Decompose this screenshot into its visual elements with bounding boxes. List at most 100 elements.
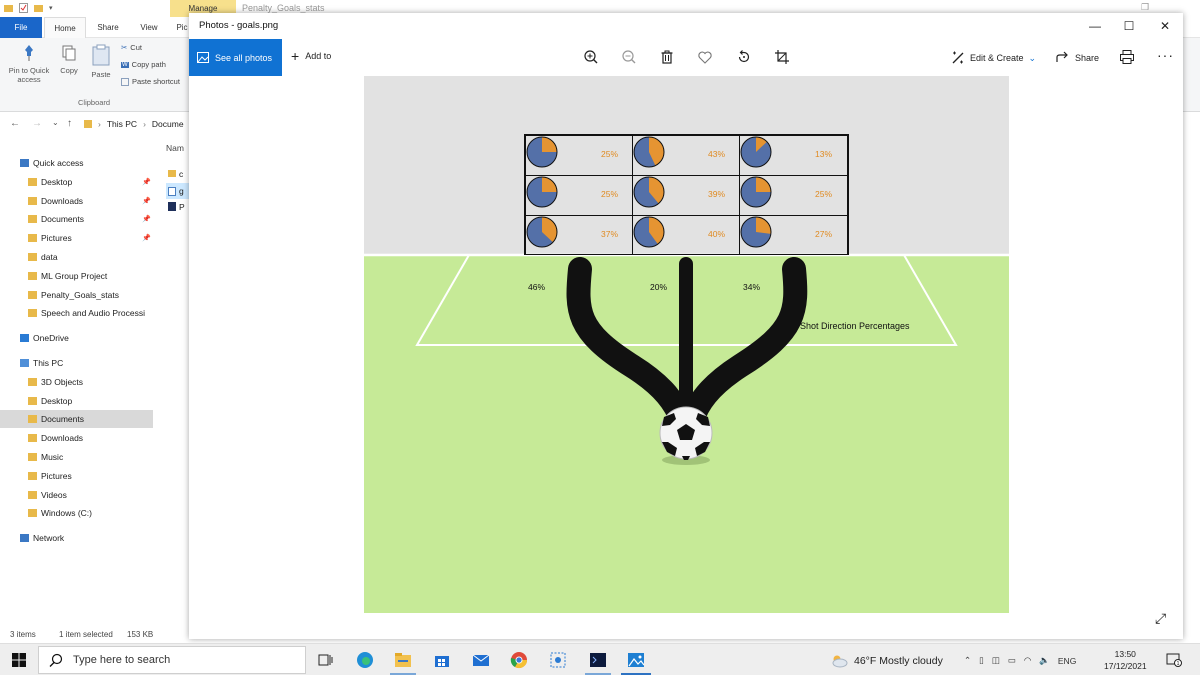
cloudy-weather-icon — [832, 655, 848, 668]
nav-item-downloads[interactable]: Downloads — [0, 429, 153, 447]
clock-time: 13:50 — [1114, 649, 1136, 659]
breadcrumb[interactable]: › This PC › Docume — [84, 119, 184, 129]
see-all-photos-label: See all photos — [215, 52, 273, 63]
rotate-icon[interactable] — [736, 49, 752, 65]
nav-item-penalty-goals-stats[interactable]: Penalty_Goals_stats — [0, 286, 153, 304]
chrome-icon[interactable] — [510, 651, 528, 669]
nav-item-onedrive[interactable]: OneDrive — [0, 329, 153, 347]
recent-locations-icon[interactable]: ⌄ — [52, 118, 59, 127]
folder-icon — [168, 170, 176, 177]
tab-share[interactable]: Share — [90, 17, 126, 38]
file-name: c — [179, 169, 184, 179]
list-item-selected[interactable]: g — [166, 183, 190, 199]
back-arrow-icon[interactable]: ← — [10, 118, 20, 129]
pin-quick-access-button[interactable]: Pin to Quick access — [4, 44, 54, 84]
paste-shortcut-button[interactable]: Paste shortcut — [121, 77, 180, 86]
edge-icon[interactable] — [356, 651, 374, 669]
edit-create-button[interactable]: Edit & Create ⌄ — [951, 51, 1036, 65]
cut-button[interactable]: ✂ Cut — [121, 43, 142, 52]
zoom-in-icon[interactable] — [583, 49, 599, 65]
device-icon[interactable]: ▯ — [979, 655, 984, 666]
clock[interactable]: 13:50 17/12/2021 — [1104, 648, 1147, 672]
nav-item-label: Speech and Audio Processi — [41, 308, 145, 319]
nav-item-windows-c-[interactable]: Windows (C:) — [0, 504, 153, 522]
zoom-out-icon[interactable] — [621, 49, 637, 65]
file-explorer-icon[interactable] — [394, 651, 412, 669]
nav-item-videos[interactable]: Videos — [0, 486, 153, 504]
notification-center-icon[interactable]: 1 — [1166, 653, 1182, 667]
print-icon[interactable] — [1119, 49, 1135, 65]
weather-widget[interactable]: 46°F Mostly cloudy — [830, 654, 943, 668]
up-arrow-icon[interactable]: ↑ — [67, 118, 72, 129]
tab-picture-tools[interactable]: Pic — [176, 17, 188, 38]
minimize-icon[interactable]: — — [1077, 16, 1113, 36]
favorite-icon[interactable] — [697, 49, 713, 65]
battery-icon[interactable]: ▭ — [1008, 655, 1016, 666]
windows-start-icon[interactable] — [12, 653, 26, 667]
breadcrumb-this-pc[interactable]: This PC — [107, 119, 137, 129]
nav-item-this-pc[interactable]: This PC — [0, 354, 153, 372]
share-button[interactable]: Share — [1056, 51, 1099, 64]
nav-item-pictures[interactable]: Pictures — [0, 467, 153, 485]
tab-home[interactable]: Home — [44, 17, 86, 38]
list-item[interactable]: P — [168, 202, 185, 212]
breadcrumb-documents[interactable]: Docume — [152, 119, 184, 129]
properties-icon[interactable] — [19, 3, 28, 13]
crop-icon[interactable] — [774, 49, 790, 65]
image-file-icon — [168, 186, 176, 196]
forward-arrow-icon[interactable]: → — [32, 118, 42, 129]
list-item[interactable]: c — [168, 169, 183, 179]
explorer-maximize-icon[interactable]: ❐ — [1141, 2, 1149, 13]
volume-icon[interactable]: 🔈 — [1039, 655, 1050, 666]
snipping-tool-icon[interactable] — [549, 651, 567, 669]
nav-item-label: Downloads — [41, 433, 84, 444]
task-view-icon[interactable] — [316, 651, 334, 669]
nav-item-quick-access[interactable]: Quick access — [0, 154, 153, 172]
system-tray: ⌃ ▯ ◫ ▭ ◠ 🔈 ENG — [964, 655, 1076, 666]
photos-app-icon[interactable] — [627, 651, 645, 669]
tab-file[interactable]: File — [0, 17, 42, 38]
copy-button[interactable]: Copy — [58, 44, 80, 75]
item-count: 3 items — [10, 630, 36, 639]
photo-gallery-icon — [197, 52, 209, 63]
paste-button[interactable]: Paste — [88, 44, 114, 79]
nav-item-documents[interactable]: Documents 📌 — [0, 210, 153, 228]
more-options-icon[interactable]: ··· — [1157, 47, 1174, 63]
missed-percentage-label: 37% — [601, 229, 619, 239]
mail-icon[interactable] — [472, 651, 490, 669]
show-hidden-icons-icon[interactable]: ⌃ — [964, 655, 971, 666]
delete-icon[interactable] — [659, 49, 675, 65]
nav-item-network[interactable]: Network — [0, 529, 153, 547]
folder-icon — [28, 490, 37, 499]
chart-caption: Shot Direction Percentages — [800, 321, 910, 331]
taskbar-search-box[interactable]: Type here to search — [38, 646, 306, 674]
nav-item-downloads[interactable]: Downloads 📌 — [0, 192, 153, 210]
copy-path-button[interactable]: W Copy path — [121, 60, 166, 69]
new-folder-icon[interactable] — [34, 3, 43, 13]
add-to-button[interactable]: + Add to — [291, 49, 331, 63]
maximize-icon[interactable]: ☐ — [1111, 16, 1147, 36]
pie-chart — [633, 216, 665, 248]
nav-item-3d-objects[interactable]: 3D Objects — [0, 373, 153, 391]
see-all-photos-button[interactable]: See all photos — [189, 39, 282, 76]
nav-item-desktop[interactable]: Desktop — [0, 392, 153, 410]
nav-item-music[interactable]: Music — [0, 448, 153, 466]
qat-dropdown-icon[interactable]: ▾ — [49, 4, 53, 12]
wifi-icon[interactable]: ◠ — [1024, 655, 1031, 666]
terminal-icon[interactable] — [589, 651, 607, 669]
tab-view[interactable]: View — [132, 17, 166, 38]
language-indicator[interactable]: ENG — [1058, 656, 1076, 666]
missed-percentage-label: 25% — [601, 189, 619, 199]
nav-item-data[interactable]: data — [0, 248, 153, 266]
close-icon[interactable]: ✕ — [1147, 16, 1183, 36]
column-header-name[interactable]: Nam — [166, 143, 190, 153]
nav-item-label: Documents — [41, 414, 84, 425]
nav-item-documents[interactable]: Documents — [0, 410, 153, 429]
store-icon[interactable] — [433, 651, 451, 669]
nav-item-speech-and-audio-processi[interactable]: Speech and Audio Processi — [0, 304, 153, 322]
nav-item-pictures[interactable]: Pictures 📌 — [0, 229, 153, 247]
meet-now-icon[interactable]: ◫ — [992, 655, 1000, 666]
nav-item-desktop[interactable]: Desktop 📌 — [0, 173, 153, 191]
nav-item-ml-group-project[interactable]: ML Group Project — [0, 267, 153, 285]
fullscreen-icon[interactable]: ⤢ — [1155, 610, 1166, 627]
